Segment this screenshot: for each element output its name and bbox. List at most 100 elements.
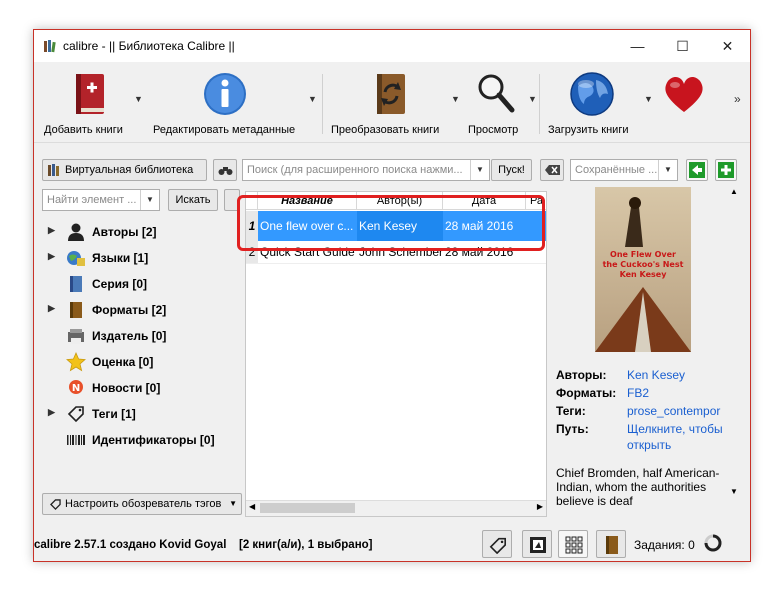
path-value-link[interactable]: Щелкните, чтобы [627,422,731,436]
chevron-down-icon[interactable]: ▼ [140,190,159,210]
jobs-text[interactable]: Задания: 0 [634,538,695,552]
search-go-button[interactable]: Пуск! [491,159,532,181]
column-header-size[interactable]: Ра [526,192,546,210]
chevron-down-icon[interactable]: ▼ [644,94,653,104]
view-label: Просмотр [468,124,519,136]
scroll-left-icon[interactable]: ◀ [249,502,255,511]
status-bar: calibre 2.57.1 создано Kovid Goyal [2 кн… [34,525,750,561]
svg-text:the Cuckoo's Nest: the Cuckoo's Nest [603,260,684,269]
column-header-authors[interactable]: Автор(ы) [357,192,443,210]
toolbar-separator [322,74,323,134]
heart-icon [665,77,703,112]
book-cover-image[interactable]: One Flew Over the Cuckoo's Nest Ken Kese… [595,187,691,352]
formats-label: Форматы: [556,386,617,400]
version-text: calibre 2.57.1 создано Kovid Goyal [34,539,227,551]
svg-text:One Flew Over: One Flew Over [610,250,676,259]
tree-item-label: Оценка [0] [92,355,154,369]
chevron-down-icon[interactable]: ▼ [658,160,677,180]
formats-value-link[interactable]: FB2 [627,386,649,400]
publisher-icon [68,329,84,344]
jobs-spinner-icon[interactable] [704,534,722,552]
close-button[interactable]: ✕ [705,30,750,62]
book-count-text: [2 книг(а/и), 1 выбрано] [239,539,373,551]
tree-item-label: Форматы [2] [92,303,167,317]
row-number: 2 [246,241,258,263]
binoculars-button[interactable] [213,159,237,181]
cell-date[interactable]: 28 май 2016 [443,241,546,263]
globe-icon [570,72,614,116]
window-title: calibre - || Библиотека Calibre || [63,39,235,53]
tag-browser-tree: ▶ Авторы [2] ▶ Языки [1] Серия [0] ▶ Фор… [42,222,242,492]
saved-search-add-button[interactable] [715,159,737,181]
scrollbar-thumb[interactable] [260,503,355,513]
saved-searches-input[interactable]: Сохранённые ... ▼ [570,159,678,181]
table-row[interactable]: 2 Quick Start Guide John Schember 28 май… [246,241,546,264]
expand-arrow-icon[interactable]: ▶ [48,407,55,418]
search-input[interactable]: Поиск (для расширенного поиска нажми... … [242,159,490,181]
chevron-down-icon[interactable]: ▼ [134,94,143,104]
path-label: Путь: [556,422,589,436]
convert-books-label: Преобразовать книги [331,124,440,136]
chevron-down-icon[interactable]: ▼ [308,94,317,104]
chevron-down-icon[interactable]: ▼ [451,94,460,104]
calibre-books-icon [44,40,56,53]
book-details-toggle-button[interactable] [596,530,626,558]
configure-tag-browser-button[interactable]: Настроить обозреватель тэгов ▼ [42,493,242,515]
plus-icon [718,162,734,178]
series-icon [70,276,82,292]
toolbar-separator [539,74,540,134]
tag-collapse-button[interactable] [224,189,240,211]
tag-icon [67,406,84,423]
get-books-label: Загрузить книги [548,124,629,136]
main-toolbar: ▼ Добавить книги ▼ Редактировать метадан… [34,62,750,143]
maximize-button[interactable]: ☐ [660,30,705,62]
scroll-up-icon[interactable]: ▲ [730,187,738,196]
add-books-label: Добавить книги [44,124,123,136]
configure-tag-browser-label: Настроить обозреватель тэгов [65,498,222,510]
clear-search-button[interactable] [540,159,564,181]
tag-browser-toggle-button[interactable] [482,530,512,558]
edit-metadata-label: Редактировать метаданные [153,124,296,136]
languages-icon [67,251,85,266]
path-open-link[interactable]: открыть [627,438,671,452]
cell-date[interactable]: 28 май 2016 [443,211,546,241]
tree-item-label: Авторы [2] [92,225,157,239]
book-list-table: Название Автор(ы) Дата Ра 1 One flew ove… [245,191,547,517]
cell-title[interactable]: One flew over c... [258,211,357,241]
scroll-down-icon[interactable]: ▼ [730,487,738,496]
cover-grid-toggle-button[interactable] [522,530,552,558]
tag-icon [489,537,507,554]
grid-view-button[interactable] [558,530,588,558]
column-header-title[interactable]: Название [258,192,357,210]
expand-arrow-icon[interactable]: ▶ [48,251,55,262]
horizontal-scrollbar[interactable]: ◀ ▶ [246,500,546,516]
tag-find-input[interactable]: Найти элемент ... ▼ [42,189,160,211]
virtual-library-button[interactable]: Виртуальная библиотека [42,159,207,181]
row-number: 1 [246,211,258,241]
column-header-date[interactable]: Дата [443,192,526,210]
virtual-library-label: Виртуальная библиотека [65,164,194,176]
table-row[interactable]: 1 One flew over c... Ken Kesey 28 май 20… [246,211,546,241]
cell-title[interactable]: Quick Start Guide [258,241,357,263]
clear-icon [545,165,560,175]
saved-searches-placeholder: Сохранённые ... [575,164,658,176]
saved-search-back-button[interactable] [686,159,708,181]
chevron-down-icon[interactable]: ▼ [470,160,489,180]
authors-label: Авторы: [556,368,607,382]
authors-value-link[interactable]: Ken Kesey [627,368,685,382]
minimize-button[interactable]: — [615,30,660,62]
chevron-down-icon[interactable]: ▼ [528,94,537,104]
cell-author[interactable]: Ken Kesey [357,211,443,241]
news-icon: N [69,380,83,394]
scroll-right-icon[interactable]: ▶ [537,502,543,511]
arrow-left-icon [689,162,705,178]
tree-item-label: Серия [0] [92,277,148,291]
tag-find-button[interactable]: Искать [168,189,218,211]
expand-arrow-icon[interactable]: ▶ [48,303,55,314]
expand-arrow-icon[interactable]: ▶ [48,225,55,236]
convert-book-icon [377,74,405,114]
cell-author[interactable]: John Schember [357,241,443,263]
book-icon [70,302,82,318]
details-scrollbar[interactable]: ▲ ▼ [728,187,740,507]
tags-value-link[interactable]: prose_contempor [627,404,731,418]
